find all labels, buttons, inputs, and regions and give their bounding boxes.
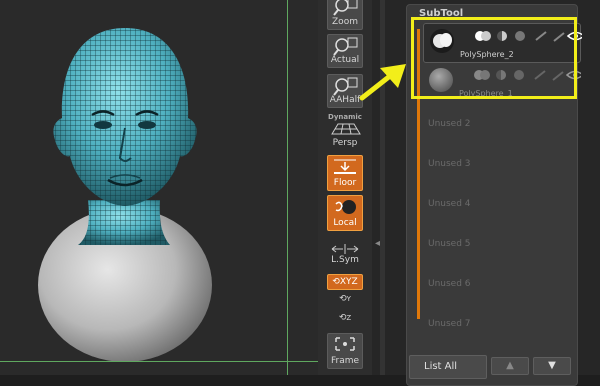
sculpt-model [38,28,212,362]
lsym-button[interactable]: L.Sym [327,242,363,268]
y-rotate-button[interactable]: ⟲Y [327,294,363,304]
viewport-canvas[interactable] [0,0,318,375]
move-down-button[interactable]: ▼ [533,357,571,375]
arrow-down-icon: ▼ [548,360,556,371]
frame-icon [328,334,362,356]
divider-bar [380,0,385,375]
xyz-button[interactable]: ⟲XYZ [327,274,363,290]
list-all-button[interactable]: List All [409,355,487,379]
persp-label: Persp [332,138,358,148]
lsym-label: L.Sym [331,255,359,265]
unused-slot[interactable]: Unused 4 [428,199,471,209]
move-up-button[interactable]: ▲ [491,357,529,375]
unused-slot[interactable]: Unused 7 [428,319,471,329]
persp-button[interactable]: Persp [327,121,363,151]
callout-arrow-icon [359,64,406,101]
y-label: Y [346,295,351,303]
unused-slot[interactable]: Unused 6 [428,279,471,289]
frame-label: Frame [330,356,360,366]
floor-button[interactable]: Floor [327,155,363,191]
xyz-label: XYZ [339,277,358,287]
guide-line-horizontal [0,361,318,362]
perspective-grid-icon [328,122,362,138]
floor-icon [328,156,362,176]
symmetry-icon [328,243,362,255]
rotate-xyz-icon: ⟲ [332,277,340,287]
panel-divider[interactable]: ◂ [372,0,398,375]
local-button[interactable]: Local [327,195,363,231]
arrow-up-icon: ▲ [506,360,514,371]
highlight-box [411,17,577,99]
collapse-arrow-icon[interactable]: ◂ [375,238,380,249]
frame-button[interactable]: Frame [327,333,363,369]
local-label: Local [333,218,357,228]
zoom-button[interactable]: Zoom [327,0,363,30]
unused-slot[interactable]: Unused 2 [428,119,471,129]
z-rotate-button[interactable]: ⟲Z [327,313,363,323]
guide-line-vertical [287,0,288,375]
rotate-y-icon: ⟲ [339,294,347,304]
local-icon [328,196,362,218]
view-toolbar: Zoom Actual AAHalf Dynamic Persp Floor L… [318,0,372,375]
unused-slot[interactable]: Unused 5 [428,239,471,249]
dynamic-label: Dynamic [328,113,362,121]
z-label: Z [346,314,352,322]
floor-label: Floor [333,178,357,188]
unused-slot[interactable]: Unused 3 [428,159,471,169]
zoom-label: Zoom [332,17,358,27]
